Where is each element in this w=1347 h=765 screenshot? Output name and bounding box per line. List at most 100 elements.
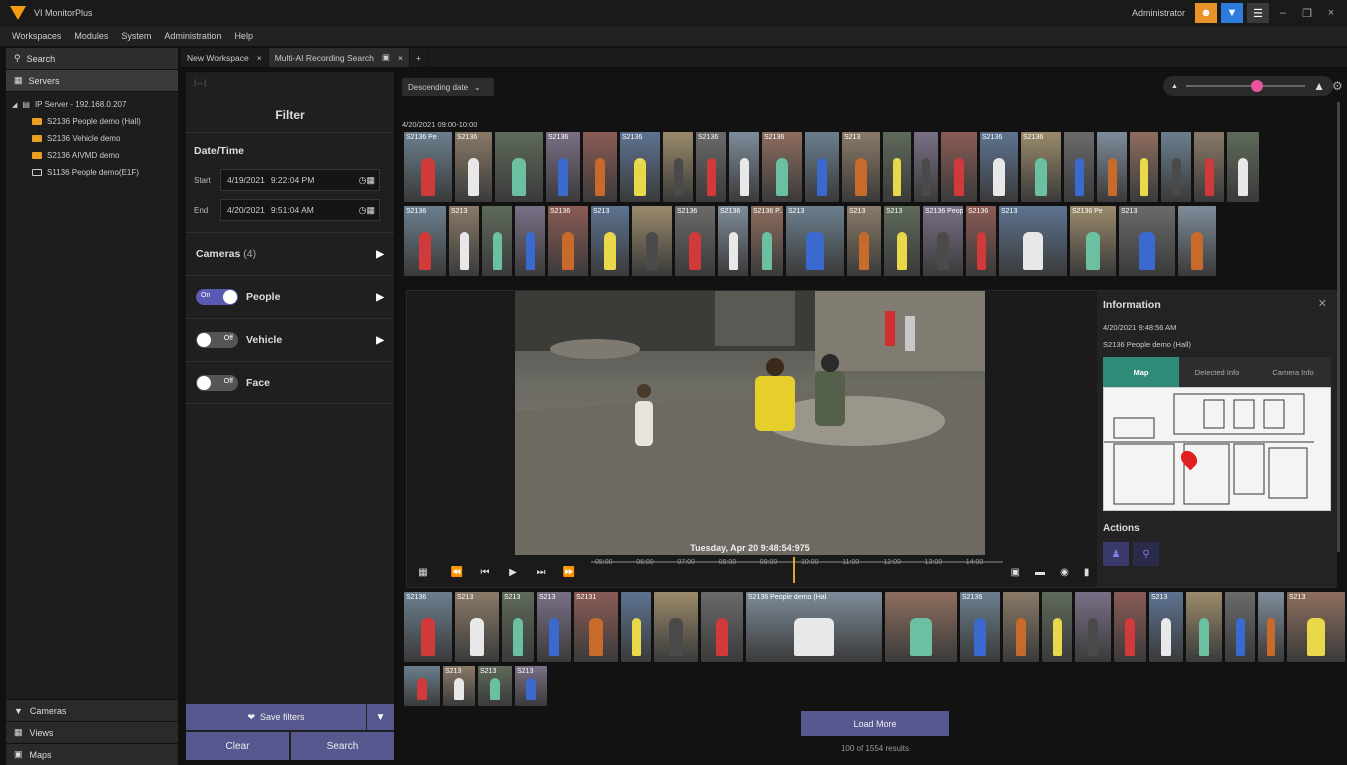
bookmark-icon[interactable]: ▮ [1084,567,1090,578]
tab-camera-info[interactable]: Camera Info [1255,357,1331,387]
result-thumbnail[interactable]: S2136 [960,592,1000,662]
nav-cameras[interactable]: ▼ Cameras [6,699,178,721]
result-thumbnail[interactable]: S2136 People demo (Hal [746,592,882,662]
tree-camera[interactable]: S2136 Vehicle demo [6,130,178,147]
result-thumbnail[interactable] [482,206,512,276]
result-thumbnail[interactable]: S2136 [718,206,748,276]
result-thumbnail[interactable]: S213 [502,592,534,662]
result-thumbnail[interactable] [1130,132,1158,202]
result-thumbnail[interactable]: S213 [842,132,880,202]
result-thumbnail[interactable]: S213 [443,666,475,706]
close-icon[interactable]: ✕ [1318,297,1327,310]
filter-icon[interactable]: ▼ [1221,3,1243,23]
expand-arrow-icon[interactable]: ▶ [376,249,384,260]
result-thumbnail[interactable]: S2136 Pe [1070,206,1116,276]
scrollbar[interactable] [1337,102,1340,552]
expand-arrow-icon[interactable]: ▶ [376,292,384,303]
result-thumbnail[interactable] [495,132,543,202]
result-thumbnail[interactable]: S213 [1119,206,1175,276]
nav-servers[interactable]: ▦ Servers [6,70,178,92]
calendar-icon[interactable]: ▦ [409,567,437,578]
clear-button[interactable]: Clear [186,732,289,760]
tab-new-workspace[interactable]: New Workspace × [181,48,269,67]
result-thumbnail[interactable] [583,132,617,202]
clip-icon[interactable]: ▬ [1035,567,1045,578]
result-thumbnail[interactable]: S213 [591,206,629,276]
vehicle-toggle[interactable]: Off [196,332,238,348]
sort-dropdown[interactable]: Descending date ⌄ [402,78,494,96]
tab-detected-info[interactable]: Detected Info [1179,357,1255,387]
result-thumbnail[interactable]: S2136 [548,206,588,276]
search-similar-button[interactable]: ⚲ [1133,542,1159,566]
people-filter[interactable]: On People ▶ [186,275,394,318]
result-thumbnail[interactable] [1042,592,1072,662]
result-thumbnail[interactable]: S213 [999,206,1067,276]
minimize-icon[interactable]: – [1273,7,1293,19]
face-filter[interactable]: Off Face [186,361,394,404]
result-thumbnail[interactable] [885,592,957,662]
nav-views[interactable]: ▦ Views [6,721,178,743]
floor-map[interactable] [1103,387,1331,511]
result-thumbnail[interactable]: S2131 [574,592,618,662]
tree-camera[interactable]: S2136 People demo (Hall) [6,113,178,130]
zoom-thumb[interactable] [1251,80,1264,92]
step-forward-icon[interactable]: ⏭ [527,567,555,578]
result-thumbnail[interactable] [1225,592,1255,662]
result-thumbnail[interactable] [1064,132,1094,202]
menu-administration[interactable]: Administration [164,31,221,41]
timeline-cursor[interactable] [792,557,795,583]
person-search-button[interactable]: ♟ [1103,542,1129,566]
result-thumbnail[interactable]: S2136 [696,132,726,202]
clock-calendar-icon[interactable]: ◷▦ [359,205,375,216]
result-thumbnail[interactable] [515,206,545,276]
result-thumbnail[interactable] [729,132,759,202]
menu-icon[interactable]: ☰ [1247,3,1269,23]
result-thumbnail[interactable] [1161,132,1191,202]
result-thumbnail[interactable] [1178,206,1216,276]
rewind-icon[interactable]: ⏪ [443,567,471,578]
result-thumbnail[interactable] [701,592,743,662]
result-thumbnail[interactable]: S213 [449,206,479,276]
result-thumbnail[interactable]: S213 [1287,592,1345,662]
result-thumbnail[interactable]: S2136 [675,206,715,276]
tree-camera[interactable]: S1136 People demo(E1F) [6,164,178,181]
restore-icon[interactable]: ❐ [1297,7,1317,20]
gear-icon[interactable]: ⚙ [1332,79,1343,93]
result-thumbnail[interactable] [1075,592,1111,662]
expand-icon[interactable]: ◢ [12,101,17,109]
user-name[interactable]: Administrator [1132,8,1185,18]
result-thumbnail[interactable]: S2136 [404,592,452,662]
video-frame[interactable]: Tuesday, Apr 20 9:48:54:975 [515,291,985,555]
user-icon[interactable]: ☻ [1195,3,1217,23]
fast-forward-icon[interactable]: ⏩ [555,567,583,578]
load-more-button[interactable]: Load More [801,711,949,736]
end-datetime-field[interactable]: 4/20/2021 9:51:04 AM ◷▦ [220,199,380,221]
result-thumbnail[interactable]: S2136 [762,132,802,202]
tree-server[interactable]: ◢ ▤ IP Server - 192.168.0.207 [6,96,178,113]
close-icon[interactable]: × [1321,7,1341,19]
nav-search[interactable]: ⚲ Search [6,48,178,70]
result-thumbnail[interactable]: S2136 [980,132,1018,202]
menu-help[interactable]: Help [234,31,253,41]
result-thumbnail[interactable]: S213 [515,666,547,706]
result-thumbnail[interactable] [941,132,977,202]
result-thumbnail[interactable] [1258,592,1284,662]
result-thumbnail[interactable]: S213 [537,592,571,662]
tree-camera[interactable]: S2136 AIVMD demo [6,147,178,164]
zoom-slider[interactable]: ▲ ▲ [1163,76,1333,96]
result-thumbnail[interactable] [1114,592,1146,662]
result-thumbnail[interactable] [663,132,693,202]
snapshot-icon[interactable]: ◉ [1060,567,1069,578]
result-thumbnail[interactable]: S213 [847,206,881,276]
result-thumbnail[interactable]: S2136 [455,132,492,202]
result-thumbnail[interactable]: S213 [884,206,920,276]
start-datetime-field[interactable]: 4/19/2021 9:22:04 PM ◷▦ [220,169,380,191]
fullscreen-icon[interactable]: ▣ [1011,567,1020,578]
result-thumbnail[interactable] [1194,132,1224,202]
cameras-filter[interactable]: Cameras (4) ▶ [186,232,394,275]
expand-arrow-icon[interactable]: ▶ [376,335,384,346]
vehicle-filter[interactable]: Off Vehicle ▶ [186,318,394,361]
timeline[interactable]: 05:00 06:00 07:00 08:00 09:00 10:00 11:00 12:00… [591,557,1003,587]
result-thumbnail[interactable] [1003,592,1039,662]
tab-multi-ai-search[interactable]: Multi-AI Recording Search ▣ × [268,48,410,67]
